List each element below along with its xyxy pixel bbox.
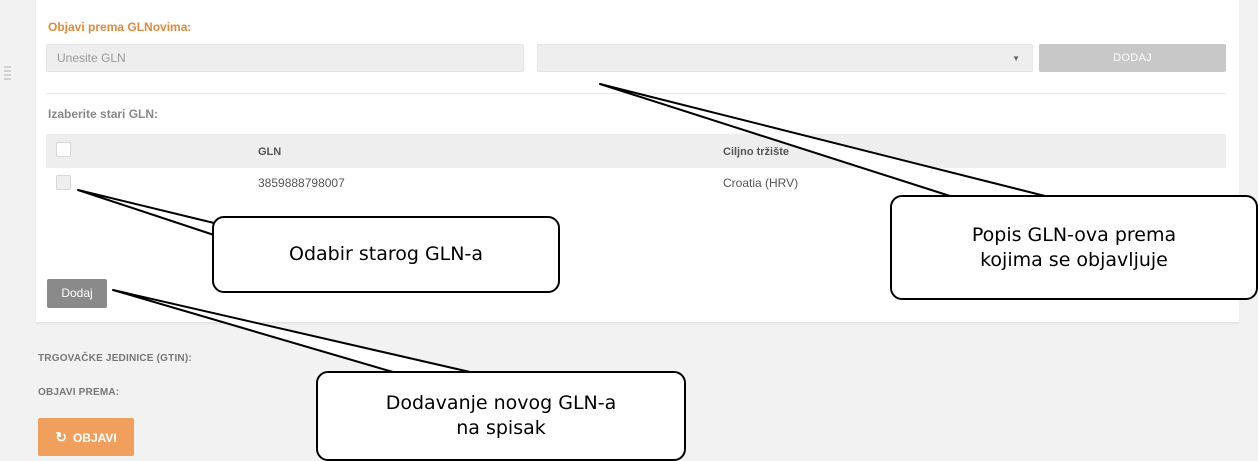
trade-units-label: TRGOVAČKE JEDINICE (GTIN):	[38, 353, 192, 364]
refresh-icon: ↻	[55, 429, 67, 445]
panel-title: Objavi prema GLNovima:	[48, 20, 192, 34]
publish-button[interactable]: ↻ OBJAVI	[38, 418, 134, 456]
table-header: GLN Ciljno tržište	[46, 134, 1226, 168]
row-checkbox[interactable]	[56, 175, 71, 190]
callout-add-new-gln: Dodavanje novog GLN-a na spisak	[316, 371, 686, 461]
table-row[interactable]: 3859888798007 Croatia (HRV)	[46, 168, 1226, 196]
chevron-down-icon: ▼	[1012, 54, 1020, 63]
add-gln-button[interactable]: DODAJ	[1039, 44, 1226, 72]
row-target-market: Croatia (HRV)	[723, 176, 799, 190]
row-gln: 3859888798007	[258, 176, 345, 190]
gln-input[interactable]	[46, 44, 524, 72]
callout-select-old-gln: Odabir starog GLN-a	[212, 216, 560, 293]
publish-to-label: OBJAVI PREMA:	[38, 387, 120, 398]
column-header-gln: GLN	[258, 146, 282, 158]
callout-gln-list: Popis GLN-ova prema kojima se objavljuje	[890, 195, 1258, 300]
old-gln-label: Izaberite stari GLN:	[48, 107, 159, 121]
column-header-target-market: Ciljno tržište	[723, 146, 790, 158]
target-market-select[interactable]: ▼	[537, 44, 1033, 72]
divider	[46, 93, 1226, 94]
publish-button-label: OBJAVI	[72, 431, 117, 445]
select-all-checkbox[interactable]	[56, 142, 71, 157]
collapse-handle[interactable]	[4, 66, 11, 80]
add-old-gln-button[interactable]: Dodaj	[47, 279, 107, 308]
